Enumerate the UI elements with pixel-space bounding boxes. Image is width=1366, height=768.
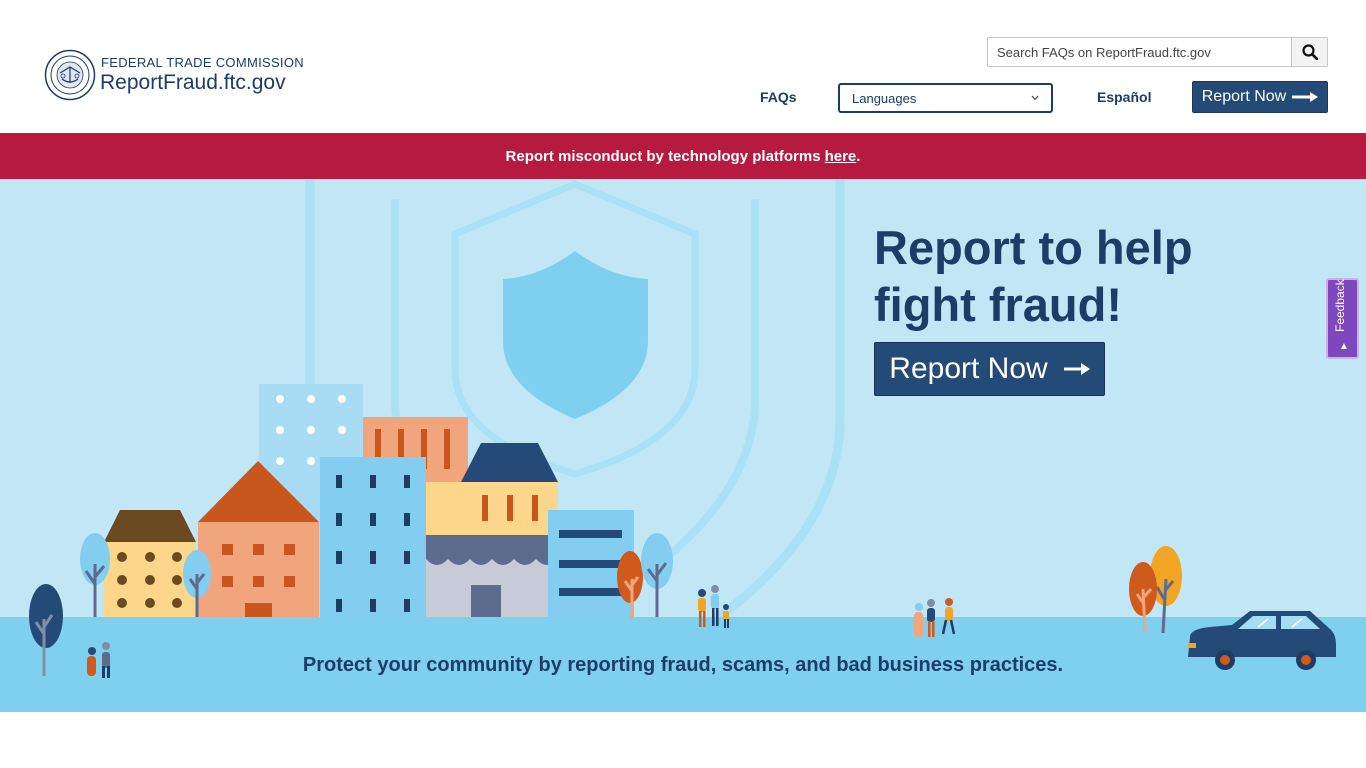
building-salmon-house bbox=[198, 522, 319, 617]
chevron-down-icon bbox=[1031, 95, 1039, 101]
search-box bbox=[987, 37, 1328, 67]
feedback-arrow-icon: ▲ bbox=[1339, 341, 1349, 352]
hero-tagline: Protect your community by reporting frau… bbox=[302, 654, 1064, 676]
feedback-tab[interactable]: Feedback ▲ bbox=[1326, 278, 1359, 359]
banner-text: Report misconduct by technology platform… bbox=[505, 147, 821, 165]
search-input[interactable] bbox=[988, 38, 1291, 66]
banner-suffix: . bbox=[856, 147, 861, 165]
feedback-label: Feedback bbox=[1333, 279, 1347, 332]
nav-espanol-link[interactable]: Español bbox=[1097, 89, 1151, 105]
agency-name: FEDERAL TRADE COMMISSION bbox=[101, 55, 304, 70]
tree-blue-3 bbox=[641, 533, 673, 617]
hero-title: Report to help fight fraud! bbox=[874, 219, 1254, 333]
hero-report-now-label: Report Now bbox=[889, 352, 1048, 385]
hero-title-line-2: fight fraud! bbox=[874, 278, 1122, 331]
arrow-right-icon bbox=[1292, 92, 1319, 102]
alert-banner: Report misconduct by technology platform… bbox=[0, 133, 1366, 179]
arrow-right-icon bbox=[1063, 363, 1090, 375]
search-button[interactable] bbox=[1291, 38, 1327, 66]
ftc-seal-logo[interactable] bbox=[44, 49, 96, 101]
nav-faqs-link[interactable]: FAQs bbox=[760, 89, 797, 105]
hero-title-line-1: Report to help bbox=[874, 221, 1193, 274]
header-report-now-label: Report Now bbox=[1201, 88, 1287, 105]
site-name[interactable]: ReportFraud.ftc.gov bbox=[100, 71, 286, 95]
header-report-now-button[interactable]: Report Now bbox=[1192, 81, 1328, 113]
site-header: FEDERAL TRADE COMMISSION ReportFraud.ftc… bbox=[0, 0, 1366, 133]
hero-report-now-button[interactable]: Report Now bbox=[874, 342, 1105, 396]
shield-icon bbox=[503, 251, 648, 419]
languages-select[interactable]: Languages bbox=[838, 83, 1053, 113]
banner-here-link[interactable]: here bbox=[825, 148, 857, 165]
hero-section: Report to help fight fraud! Report Now P… bbox=[0, 179, 1366, 712]
search-icon bbox=[1301, 44, 1318, 60]
languages-select-value: Languages bbox=[852, 90, 917, 106]
